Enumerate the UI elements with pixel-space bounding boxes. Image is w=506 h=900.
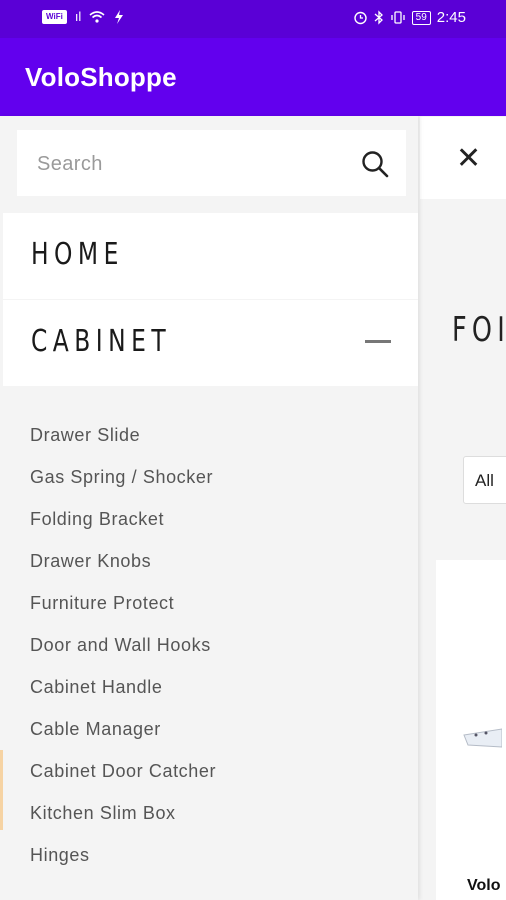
submenu-item-furniture-protect[interactable]: Furniture Protect [30,586,400,628]
close-icon[interactable]: ✕ [456,142,481,176]
navigation-drawer: HOME CABINET Drawer Slide Gas Spring / S… [0,116,418,900]
app-title: VoloShoppe [25,62,177,92]
submenu-item-drawer-slide[interactable]: Drawer Slide [30,418,400,460]
bluetooth-icon [374,10,383,25]
submenu-item-gas-spring[interactable]: Gas Spring / Shocker [30,460,400,502]
submenu-item-cabinet-door-catcher[interactable]: Cabinet Door Catcher [30,754,400,796]
sim-icon: WiFi [42,9,67,24]
cabinet-submenu: Drawer Slide Gas Spring / Shocker Foldin… [30,418,400,880]
app-bar: VoloShoppe [0,38,506,116]
collapse-icon[interactable] [365,340,391,343]
status-time: 2:45 [436,9,466,26]
menu-item-label: CABINET [31,324,172,359]
search-input[interactable] [37,148,337,180]
status-bar: WiFi ıl 59 2:45 [0,0,506,38]
product-title-fragment: Volo [467,877,501,894]
menu-item-cabinet[interactable]: CABINET [3,300,418,386]
submenu-item-hinges[interactable]: Hinges [30,838,400,880]
submenu-item-door-wall-hooks[interactable]: Door and Wall Hooks [30,628,400,670]
submenu-item-cabinet-handle[interactable]: Cabinet Handle [30,670,400,712]
menu-item-home[interactable]: HOME [3,213,418,299]
filter-dropdown[interactable]: All [463,456,506,504]
vibrate-icon [391,11,405,24]
product-image [463,728,502,748]
submenu-item-cable-manager[interactable]: Cable Manager [30,712,400,754]
battery-icon: 59 [411,10,431,25]
edge-highlight [0,750,3,830]
alarm-icon [353,11,367,25]
menu-item-label: HOME [31,237,124,272]
page-heading-fragment: FOI [452,310,506,350]
submenu-item-kitchen-slim-box[interactable]: Kitchen Slim Box [30,796,400,838]
charging-icon [115,9,124,24]
search-box [17,130,406,196]
signal-icon: ıl [74,9,82,24]
search-icon[interactable] [360,149,390,179]
submenu-item-folding-bracket[interactable]: Folding Bracket [30,502,400,544]
submenu-item-drawer-knobs[interactable]: Drawer Knobs [30,544,400,586]
wifi-icon [89,10,105,23]
